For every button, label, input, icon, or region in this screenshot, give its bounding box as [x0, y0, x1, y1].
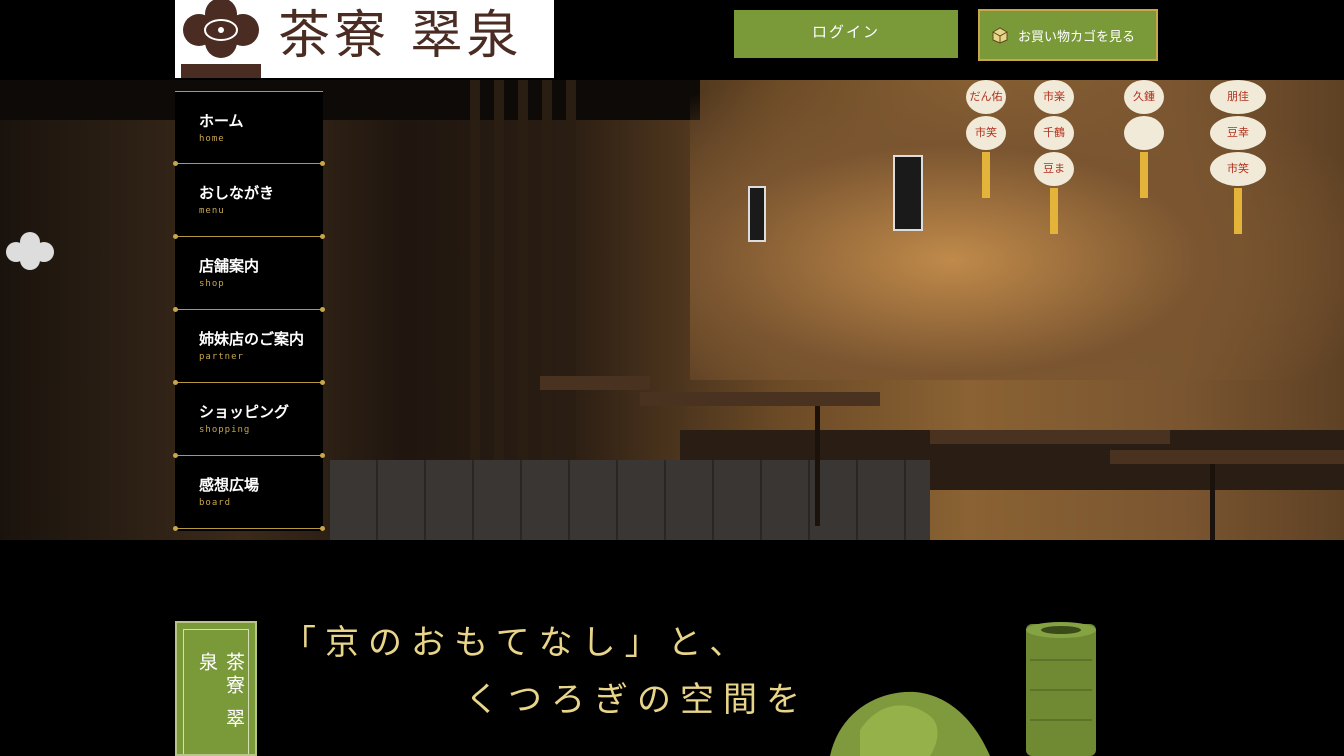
site-header: 茶寮 翠泉 ログイン お買い物カゴを見る [0, 0, 1344, 80]
nav-item-board[interactable]: 感想広場 board [173, 456, 325, 531]
nav-item-label: 店舗案内 [199, 257, 260, 275]
catchphrase-line-2: くつろぎの空間を [465, 680, 809, 720]
matcha-parfait-image [830, 622, 1096, 756]
uchiwa-fan: 久鍾 [1124, 80, 1164, 198]
nav-item-sublabel: menu [199, 206, 225, 216]
nav-item-shop[interactable]: 店舗案内 shop [173, 237, 325, 312]
main-nav: ホーム home おしながき menu 店舗案内 shop 姉妹店のご案内 pa… [173, 91, 325, 531]
nav-item-sublabel: shopping [199, 425, 251, 435]
catchphrase-line-1: 「京のおもてなし」と、 [282, 623, 753, 663]
nav-item-shopping[interactable]: ショッピング shopping [173, 383, 325, 458]
view-cart-button[interactable]: お買い物カゴを見る [978, 9, 1158, 61]
nav-item-label: 感想広場 [199, 476, 260, 494]
site-logo[interactable]: 茶寮 翠泉 [175, 0, 554, 78]
shopping-bag-icon [992, 27, 1008, 44]
uchiwa-fan: 朋佳 豆幸 市笑 [1210, 80, 1266, 234]
nav-item-label: おしながき [199, 184, 275, 202]
nav-item-menu[interactable]: おしながき menu [173, 164, 325, 239]
nav-item-sublabel: home [199, 134, 225, 144]
section-tag-label: 茶寮 翠泉 [183, 629, 249, 754]
nav-item-sublabel: shop [199, 279, 225, 289]
section-tag: 茶寮 翠泉 [175, 621, 257, 756]
brand-name: 茶寮 翠泉 [278, 6, 523, 66]
uchiwa-fan: だん佑 市笑 [966, 80, 1006, 198]
uchiwa-fan: 市楽 千鶴 豆ま [1034, 80, 1074, 234]
nav-item-label: ショッピング [199, 403, 290, 421]
wall-lantern [748, 186, 766, 242]
wall-lantern [893, 155, 923, 231]
nav-item-label: ホーム [199, 112, 244, 130]
family-crest-icon [6, 232, 54, 270]
login-button[interactable]: ログイン [734, 10, 958, 58]
nav-item-label: 姉妹店のご案内 [199, 330, 305, 348]
nav-item-sublabel: partner [199, 352, 244, 362]
nav-item-home[interactable]: ホーム home [173, 91, 325, 166]
view-cart-label: お買い物カゴを見る [1018, 29, 1136, 45]
nav-item-partner[interactable]: 姉妹店のご案内 partner [173, 310, 325, 385]
nav-item-sublabel: board [199, 498, 232, 508]
family-crest-icon [177, 0, 265, 78]
